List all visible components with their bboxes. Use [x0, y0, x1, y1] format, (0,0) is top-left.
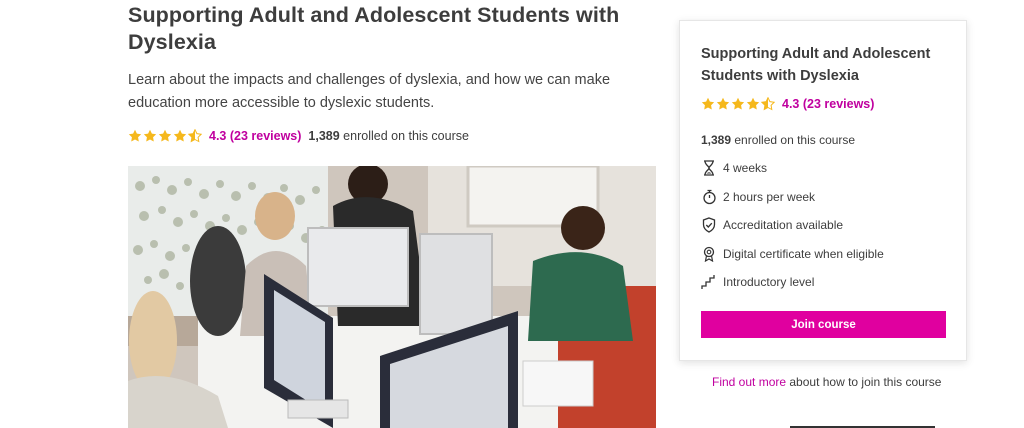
shield-check-icon: [701, 217, 717, 233]
enrolled-number: 1,389: [308, 129, 340, 143]
star-rating: [128, 129, 203, 143]
detail-level: Introductory level: [701, 273, 951, 291]
course-rating-row: 4.3 (23 reviews) 1,389 enrolled on this …: [128, 127, 469, 145]
enrolled-count: 1,389 enrolled on this course: [308, 129, 469, 143]
card-rating-row: 4.3 (23 reviews): [701, 97, 881, 111]
enrolled-suffix: enrolled on this course: [339, 129, 469, 143]
star-icon: [716, 97, 730, 110]
stopwatch-icon: [701, 189, 717, 205]
card-star-rating: [701, 97, 776, 111]
card-course-title: Supporting Adult and Adolescent Students…: [701, 46, 931, 84]
detail-accreditation-label: Accreditation available: [723, 218, 844, 232]
join-course-button[interactable]: Join course: [701, 311, 946, 338]
half-star-icon: [761, 97, 775, 111]
detail-duration: 4 weeks: [701, 159, 951, 177]
detail-weekly-hours-label: 2 hours per week: [723, 189, 816, 204]
card-enrolled-number: 1,389: [701, 133, 732, 147]
stairs-icon: [701, 274, 717, 290]
card-enrolled-suffix: enrolled on this course: [731, 133, 856, 147]
card-reviews-link[interactable]: 4.3 (23 reviews): [782, 97, 874, 111]
hourglass-icon: [701, 160, 717, 176]
course-title: Supporting Adult and Adolescent Students…: [128, 3, 620, 54]
star-icon: [701, 97, 715, 110]
certificate-badge-icon: [701, 246, 717, 262]
detail-weekly-hours: 2 hours per week: [701, 188, 951, 206]
find-out-more-rest: about how to join this course: [786, 375, 942, 389]
star-icon: [731, 97, 745, 110]
card-enrolled-count: 1,389 enrolled on this course: [701, 131, 951, 149]
star-icon: [143, 129, 157, 142]
star-icon: [128, 129, 142, 142]
course-hero-image: [128, 166, 656, 428]
star-icon: [173, 129, 187, 142]
detail-certificate: Digital certificate when eligible: [701, 245, 951, 263]
star-icon: [158, 129, 172, 142]
detail-certificate-label: Digital certificate when eligible: [723, 246, 884, 261]
find-out-more-text: Find out more about how to join this cou…: [712, 375, 941, 389]
detail-accreditation: Accreditation available: [701, 216, 951, 234]
detail-level-label: Introductory level: [723, 275, 815, 289]
star-icon: [746, 97, 760, 110]
course-summary-card: Supporting Adult and Adolescent Students…: [679, 20, 967, 361]
half-star-icon: [188, 129, 202, 143]
course-description: Learn about the impacts and challenges o…: [128, 72, 611, 111]
reviews-link[interactable]: 4.3 (23 reviews): [209, 129, 301, 143]
course-details-list: 1,389 enrolled on this course 4 weeks 2 …: [701, 131, 951, 302]
find-out-more-link[interactable]: Find out more: [712, 375, 786, 389]
classroom-photo: [128, 166, 656, 428]
detail-duration-label: 4 weeks: [723, 161, 768, 175]
